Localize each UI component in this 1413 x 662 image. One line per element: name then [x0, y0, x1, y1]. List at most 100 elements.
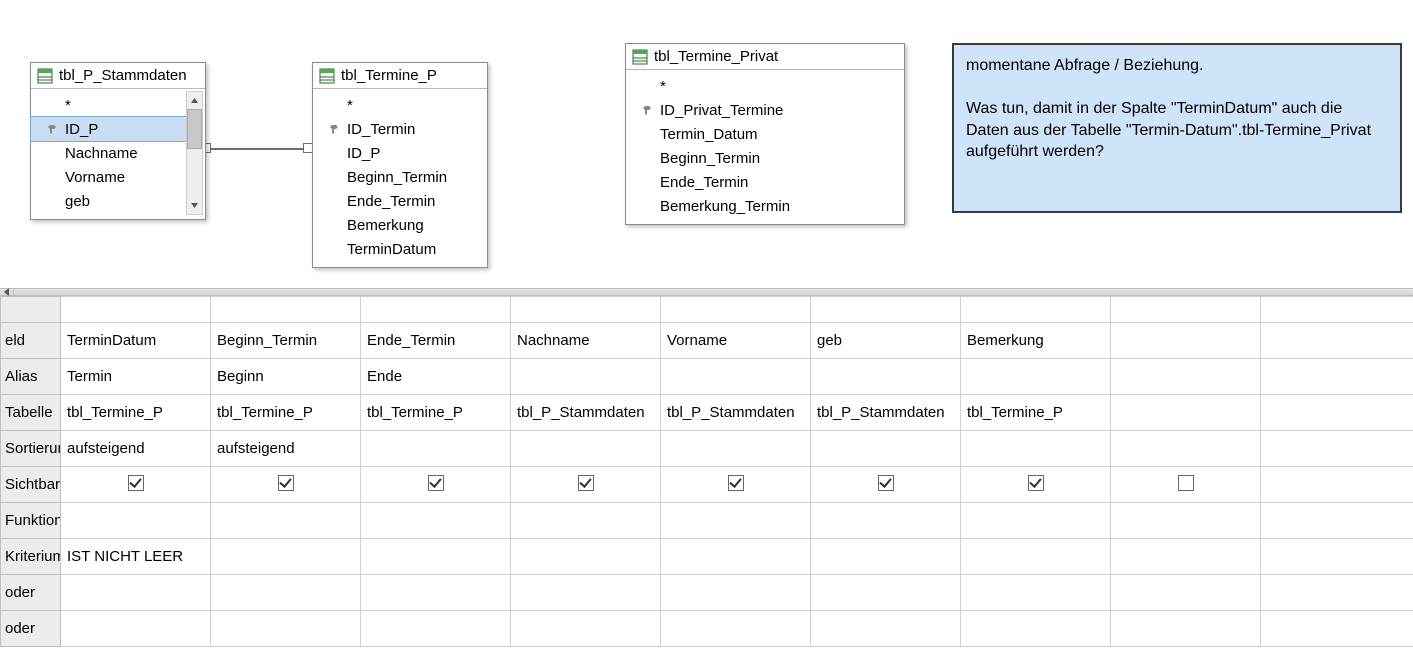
relation-line[interactable] — [205, 148, 307, 150]
grid-cell[interactable] — [961, 431, 1111, 467]
column-header[interactable] — [661, 297, 811, 323]
column-header[interactable] — [361, 297, 511, 323]
grid-cell[interactable]: Nachname — [511, 323, 661, 359]
grid-cell[interactable] — [1111, 431, 1261, 467]
grid-cell[interactable] — [511, 575, 661, 611]
field-item[interactable]: Ende_Termin — [626, 170, 904, 194]
grid-cell[interactable]: aufsteigend — [61, 431, 211, 467]
scroll-thumb[interactable] — [187, 109, 202, 149]
row-header[interactable]: oder — [1, 575, 61, 611]
grid-cell[interactable] — [61, 503, 211, 539]
scrollbar[interactable] — [186, 91, 203, 215]
field-item[interactable]: Bemerkung — [313, 213, 487, 237]
column-header[interactable] — [811, 297, 961, 323]
grid-cell[interactable] — [811, 359, 961, 395]
visible-checkbox[interactable] — [428, 475, 444, 491]
field-item[interactable]: ID_P — [313, 141, 487, 165]
grid-cell[interactable] — [961, 359, 1111, 395]
row-header[interactable]: Sichtbar — [1, 467, 61, 503]
grid-cell[interactable]: tbl_P_Stammdaten — [661, 395, 811, 431]
table-box-stammdaten[interactable]: tbl_P_Stammdaten * ID_P Nachname Vorname… — [30, 62, 206, 220]
visible-checkbox[interactable] — [128, 475, 144, 491]
grid-cell[interactable] — [1261, 395, 1413, 431]
grid-cell[interactable] — [1111, 359, 1261, 395]
visible-checkbox[interactable] — [728, 475, 744, 491]
grid-cell[interactable] — [511, 467, 661, 503]
grid-cell[interactable]: geb — [811, 323, 961, 359]
field-item[interactable]: * — [626, 74, 904, 98]
visible-checkbox[interactable] — [1028, 475, 1044, 491]
grid-cell[interactable] — [511, 503, 661, 539]
field-item[interactable]: Bemerkung_Termin — [626, 194, 904, 218]
field-item[interactable]: Vorname — [31, 165, 186, 189]
table-box-termine-privat[interactable]: tbl_Termine_Privat * ID_Privat_Termine T… — [625, 43, 905, 225]
grid-cell[interactable]: tbl_Termine_P — [361, 395, 511, 431]
grid-cell[interactable] — [511, 431, 661, 467]
grid-cell[interactable] — [1111, 575, 1261, 611]
grid-cell[interactable] — [811, 575, 961, 611]
grid-cell[interactable] — [211, 539, 361, 575]
grid-cell[interactable] — [61, 467, 211, 503]
grid-cell[interactable] — [1261, 611, 1413, 647]
grid-cell[interactable]: tbl_Termine_P — [961, 395, 1111, 431]
grid-cell[interactable]: IST NICHT LEER — [61, 539, 211, 575]
row-header[interactable]: eld — [1, 323, 61, 359]
grid-cell[interactable] — [661, 359, 811, 395]
field-item[interactable]: geb — [31, 189, 186, 213]
grid-cell[interactable] — [961, 611, 1111, 647]
visible-checkbox[interactable] — [878, 475, 894, 491]
grid-cell[interactable] — [1111, 611, 1261, 647]
grid-cell[interactable] — [511, 359, 661, 395]
grid-cell[interactable] — [661, 503, 811, 539]
table-titlebar[interactable]: tbl_Termine_Privat — [626, 44, 904, 70]
grid-cell[interactable] — [361, 575, 511, 611]
query-design-grid[interactable]: eld TerminDatum Beginn_Termin Ende_Termi… — [0, 296, 1413, 647]
grid-cell[interactable] — [811, 467, 961, 503]
visible-checkbox[interactable] — [1178, 475, 1194, 491]
column-header[interactable] — [1261, 297, 1413, 323]
grid-cell[interactable] — [1261, 323, 1413, 359]
scroll-track[interactable] — [187, 109, 202, 197]
grid-cell[interactable] — [361, 431, 511, 467]
grid-cell[interactable] — [661, 611, 811, 647]
grid-cell[interactable] — [811, 611, 961, 647]
row-header[interactable]: oder — [1, 611, 61, 647]
field-item[interactable]: ID_Termin — [313, 117, 487, 141]
field-item[interactable]: TerminDatum — [313, 237, 487, 261]
grid-cell[interactable]: tbl_P_Stammdaten — [511, 395, 661, 431]
grid-cell[interactable] — [811, 503, 961, 539]
grid-cell[interactable]: Bemerkung — [961, 323, 1111, 359]
grid-cell[interactable] — [61, 575, 211, 611]
column-header[interactable] — [61, 297, 211, 323]
grid-cell[interactable]: tbl_Termine_P — [61, 395, 211, 431]
grid-cell[interactable] — [1261, 575, 1413, 611]
field-item[interactable]: ID_P — [31, 117, 186, 141]
row-header[interactable] — [1, 297, 61, 323]
row-header[interactable]: Tabelle — [1, 395, 61, 431]
grid-cell[interactable] — [361, 611, 511, 647]
grid-cell[interactable]: tbl_Termine_P — [211, 395, 361, 431]
field-item[interactable]: Nachname — [31, 141, 186, 165]
grid-cell[interactable] — [511, 611, 661, 647]
field-item[interactable]: Beginn_Termin — [626, 146, 904, 170]
grid-cell[interactable]: Beginn_Termin — [211, 323, 361, 359]
table-box-termine-p[interactable]: tbl_Termine_P * ID_Termin ID_P Beginn_Te… — [312, 62, 488, 268]
field-item[interactable]: Termin_Datum — [626, 122, 904, 146]
grid-cell[interactable] — [511, 539, 661, 575]
grid-cell[interactable] — [211, 503, 361, 539]
table-titlebar[interactable]: tbl_P_Stammdaten — [31, 63, 205, 89]
grid-cell[interactable]: aufsteigend — [211, 431, 361, 467]
table-titlebar[interactable]: tbl_Termine_P — [313, 63, 487, 89]
grid-cell[interactable] — [61, 611, 211, 647]
grid-cell[interactable] — [1261, 431, 1413, 467]
grid-cell[interactable] — [1261, 539, 1413, 575]
grid-cell[interactable] — [961, 539, 1111, 575]
column-header[interactable] — [511, 297, 661, 323]
grid-cell[interactable]: Ende — [361, 359, 511, 395]
grid-cell[interactable] — [211, 575, 361, 611]
grid-cell[interactable]: Vorname — [661, 323, 811, 359]
row-header[interactable]: Kriterium — [1, 539, 61, 575]
grid-cell[interactable] — [661, 539, 811, 575]
grid-cell[interactable] — [361, 467, 511, 503]
pane-splitter[interactable] — [0, 288, 1413, 296]
